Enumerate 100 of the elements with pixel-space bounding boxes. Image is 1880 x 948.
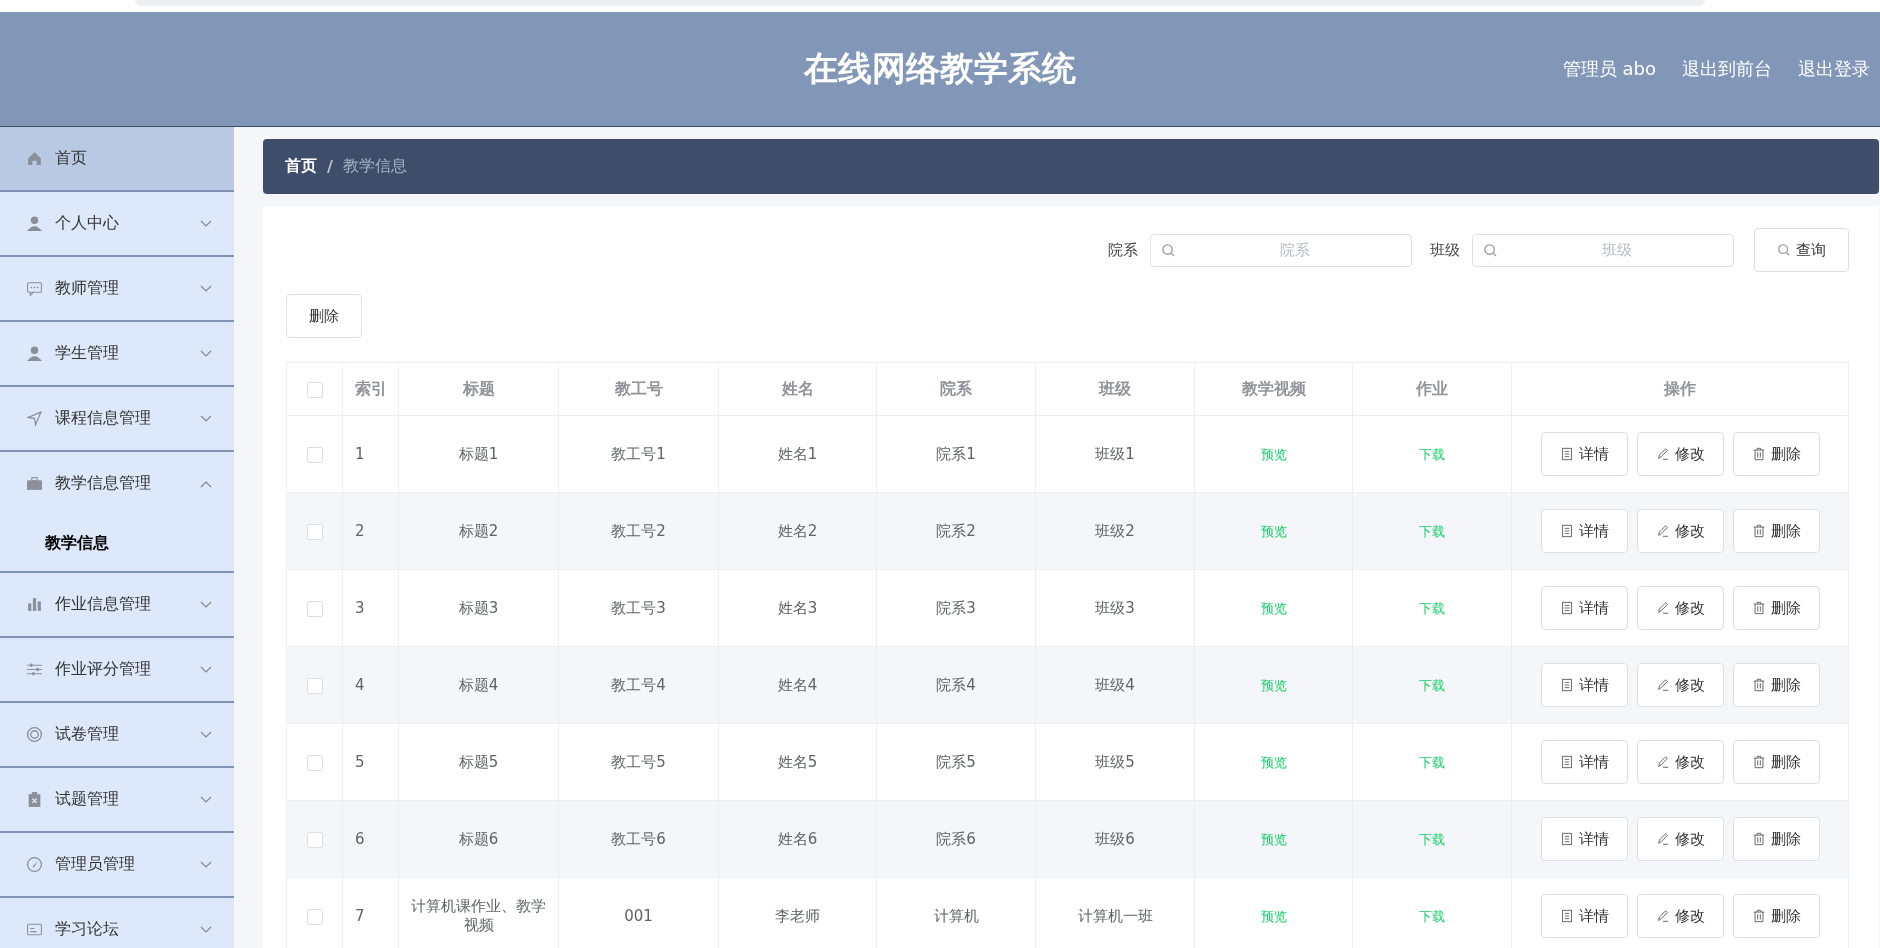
column-header: 作业 xyxy=(1416,378,1448,398)
table-cell: 班级2 xyxy=(1095,521,1135,540)
details-button[interactable]: 详情 xyxy=(1540,509,1628,553)
table-cell: 计算机课作业、教学视频 xyxy=(411,897,546,934)
table-cell: 标题4 xyxy=(458,675,499,694)
sidebar-item[interactable]: 学生管理 xyxy=(0,322,234,387)
pencil-icon xyxy=(1655,524,1670,538)
sidebar-item[interactable]: 作业评分管理 xyxy=(0,638,234,703)
app-title: 在线网络教学系统 xyxy=(804,47,1076,90)
delete-row-button[interactable]: 删除 xyxy=(1732,432,1820,476)
edit-button[interactable]: 修改 xyxy=(1636,740,1724,784)
table-cell: 标题5 xyxy=(458,752,499,771)
table-cell: 班级6 xyxy=(1095,829,1135,848)
field-label: 班级 xyxy=(1430,240,1460,260)
sidebar-item[interactable]: 首页 xyxy=(0,127,234,192)
search-field[interactable]: 院系 xyxy=(1150,233,1412,267)
chevron-icon xyxy=(200,860,212,869)
delete-row-button[interactable]: 删除 xyxy=(1732,817,1820,861)
sidebar-item[interactable]: 试卷管理 xyxy=(0,703,234,768)
table-cell: 姓名3 xyxy=(777,598,818,617)
trash-icon xyxy=(1751,832,1766,846)
table-cell: 班级4 xyxy=(1095,675,1135,694)
details-button[interactable]: 详情 xyxy=(1540,586,1628,630)
document-icon xyxy=(1559,601,1574,615)
sidebar-item[interactable]: 学习论坛 xyxy=(0,898,234,948)
table-cell: 姓名6 xyxy=(777,829,818,848)
column-header: 索引 xyxy=(355,378,387,398)
delete-row-button[interactable]: 删除 xyxy=(1732,894,1820,938)
table-cell: 姓名1 xyxy=(777,444,818,463)
document-icon xyxy=(1559,755,1574,769)
details-button[interactable]: 详情 xyxy=(1540,817,1628,861)
table-cell: 教工号6 xyxy=(611,829,666,848)
table-cell: 标题1 xyxy=(458,444,499,463)
details-button[interactable]: 详情 xyxy=(1540,432,1628,476)
pencil-icon xyxy=(1655,755,1670,769)
select-all-checkbox[interactable] xyxy=(306,382,323,398)
table-cell: 姓名5 xyxy=(777,752,818,771)
column-header: 教工号 xyxy=(614,378,663,398)
chevron-icon xyxy=(200,665,212,674)
breadcrumb-link[interactable]: 首页 xyxy=(285,156,317,177)
delete-row-button[interactable]: 删除 xyxy=(1732,740,1820,784)
edit-button[interactable]: 修改 xyxy=(1636,432,1724,476)
pencil-icon xyxy=(1655,909,1670,923)
chevron-icon xyxy=(200,349,212,358)
chevron-icon xyxy=(200,795,212,804)
column-header: 班级 xyxy=(1099,378,1131,398)
query-button[interactable]: 查询 xyxy=(1754,228,1849,272)
delete-row-button[interactable]: 删除 xyxy=(1732,509,1820,553)
table-cell: 姓名4 xyxy=(777,675,818,694)
edit-button[interactable]: 修改 xyxy=(1636,663,1724,707)
edit-button[interactable]: 修改 xyxy=(1636,509,1724,553)
document-icon xyxy=(1559,447,1574,461)
row-checkbox[interactable] xyxy=(306,600,323,617)
delete-row-button[interactable]: 删除 xyxy=(1732,586,1820,630)
row-checkbox[interactable] xyxy=(306,446,323,463)
table-cell: 6 xyxy=(355,830,365,848)
chevron-icon xyxy=(200,600,212,609)
search-field[interactable]: 班级 xyxy=(1472,233,1734,267)
delete-button[interactable]: 删除 xyxy=(286,294,362,338)
edit-button[interactable]: 修改 xyxy=(1636,894,1724,938)
row-checkbox[interactable] xyxy=(306,523,323,540)
table-cell: 标题3 xyxy=(458,598,499,617)
sidebar-item[interactable]: 作业信息管理 xyxy=(0,573,234,638)
document-icon xyxy=(1559,678,1574,692)
sidebar-item[interactable]: 个人中心 xyxy=(0,192,234,257)
table-cell: 教工号3 xyxy=(611,598,666,617)
table-cell: 计算机一班 xyxy=(1077,906,1153,925)
row-checkbox[interactable] xyxy=(306,754,323,771)
delete-row-button[interactable]: 删除 xyxy=(1732,663,1820,707)
row-checkbox[interactable] xyxy=(306,831,323,848)
trash-icon xyxy=(1751,524,1766,538)
trash-icon xyxy=(1751,755,1766,769)
chevron-icon xyxy=(200,479,212,488)
pencil-icon xyxy=(1655,447,1670,461)
row-checkbox[interactable] xyxy=(306,677,323,694)
details-button[interactable]: 详情 xyxy=(1540,663,1628,707)
sidebar-item[interactable]: 课程信息管理 xyxy=(0,387,234,452)
table-cell: 7 xyxy=(355,907,365,925)
table-cell: 班级5 xyxy=(1095,752,1135,771)
chevron-icon xyxy=(200,284,212,293)
trash-icon xyxy=(1751,447,1766,461)
sidebar-item[interactable]: 教学信息管理 xyxy=(0,452,234,515)
submenu-item[interactable]: 教学信息 xyxy=(0,515,234,571)
column-header: 教学视频 xyxy=(1241,378,1306,398)
sidebar-item[interactable]: 教师管理 xyxy=(0,257,234,322)
pencil-icon xyxy=(1655,601,1670,615)
edit-button[interactable]: 修改 xyxy=(1636,586,1724,630)
pencil-icon xyxy=(1655,832,1670,846)
row-checkbox[interactable] xyxy=(306,908,323,925)
edit-button[interactable]: 修改 xyxy=(1636,817,1724,861)
details-button[interactable]: 详情 xyxy=(1540,894,1628,938)
sidebar-item[interactable]: 试题管理 xyxy=(0,768,234,833)
breadcrumb-current: 教学信息 xyxy=(342,156,407,177)
document-icon xyxy=(1559,832,1574,846)
trash-icon xyxy=(1751,678,1766,692)
column-header: 院系 xyxy=(940,378,972,398)
column-header: 标题 xyxy=(462,378,495,398)
sidebar-item[interactable]: 管理员管理 xyxy=(0,833,234,898)
details-button[interactable]: 详情 xyxy=(1540,740,1628,784)
table-cell: 教工号4 xyxy=(611,675,666,694)
